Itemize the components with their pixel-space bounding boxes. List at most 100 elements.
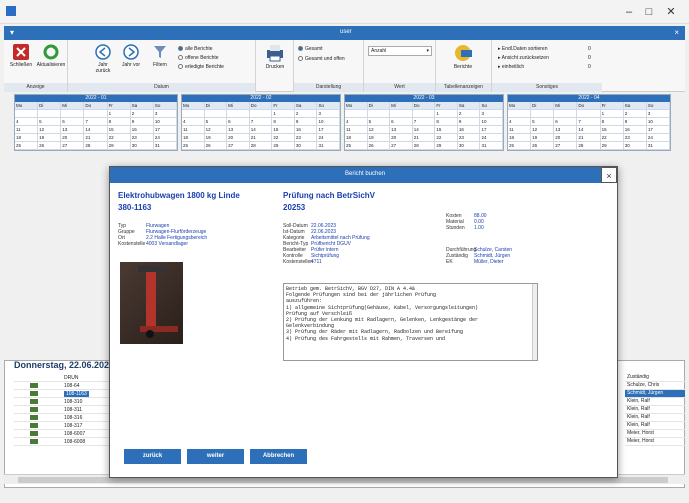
- radio-erledigte-berichte[interactable]: erledigte Berichte: [178, 64, 224, 70]
- day-cell[interactable]: 3: [317, 110, 341, 117]
- day-cell[interactable]: 27: [227, 142, 250, 149]
- day-cell[interactable]: 2: [131, 110, 154, 117]
- day-cell[interactable]: 6: [554, 118, 578, 125]
- back-button[interactable]: zurück: [124, 449, 181, 464]
- day-cell[interactable]: 7: [413, 118, 436, 125]
- radio-offene-berichte[interactable]: offene Berichte: [178, 55, 219, 61]
- day-cell[interactable]: 24: [647, 134, 670, 141]
- items-grid[interactable]: DRUN 108-64 108-1163 108-310 108-311 108-316…: [14, 374, 110, 474]
- day-cell[interactable]: [577, 110, 601, 117]
- day-cell[interactable]: 17: [647, 126, 670, 133]
- radio-gesamt[interactable]: Gesamt: [298, 46, 323, 52]
- day-cell[interactable]: 14: [413, 126, 436, 133]
- day-cell[interactable]: [182, 110, 205, 117]
- table-row[interactable]: 108-317: [14, 422, 110, 430]
- day-cell[interactable]: 31: [480, 142, 504, 149]
- day-cell[interactable]: 30: [131, 142, 154, 149]
- day-cell[interactable]: 25: [15, 142, 39, 149]
- day-cell[interactable]: 29: [108, 142, 131, 149]
- day-cell[interactable]: 5: [205, 118, 228, 125]
- day-cell[interactable]: 7: [250, 118, 273, 125]
- day-cell[interactable]: [368, 110, 391, 117]
- notes-textarea[interactable]: Betrieb gem. BetrSichV, BGV D27, DIN A 4…: [283, 283, 538, 361]
- day-cell[interactable]: 18: [508, 134, 532, 141]
- option-sort[interactable]: ▸ Endl.Daten sortieren: [498, 46, 548, 52]
- day-cell[interactable]: 26: [38, 142, 62, 149]
- day-cell[interactable]: 12: [531, 126, 555, 133]
- table-row[interactable]: Schmidt, Jürgen: [625, 390, 685, 398]
- day-cell[interactable]: 29: [435, 142, 458, 149]
- filter-button[interactable]: Filtern: [150, 44, 170, 68]
- day-cell[interactable]: 23: [131, 134, 154, 141]
- day-cell[interactable]: 11: [508, 126, 532, 133]
- day-cell[interactable]: [413, 110, 436, 117]
- radio-gesamt-offen[interactable]: Gesamt und offen: [298, 56, 345, 62]
- day-cell[interactable]: 19: [38, 134, 62, 141]
- day-cell[interactable]: 19: [368, 134, 391, 141]
- day-cell[interactable]: [554, 110, 578, 117]
- day-cell[interactable]: 14: [250, 126, 273, 133]
- notes-scrollbar[interactable]: [532, 284, 537, 360]
- day-cell[interactable]: 16: [458, 126, 481, 133]
- day-cell[interactable]: 29: [601, 142, 624, 149]
- radio-alle-berichte[interactable]: alle Berichte: [178, 46, 213, 52]
- day-cell[interactable]: [531, 110, 555, 117]
- day-cell[interactable]: 22: [601, 134, 624, 141]
- day-cell[interactable]: 6: [390, 118, 413, 125]
- day-cell[interactable]: [205, 110, 228, 117]
- day-cell[interactable]: 21: [577, 134, 601, 141]
- day-cell[interactable]: 25: [345, 142, 368, 149]
- day-cell[interactable]: 20: [227, 134, 250, 141]
- day-cell[interactable]: 8: [108, 118, 131, 125]
- day-cell[interactable]: 23: [458, 134, 481, 141]
- day-cell[interactable]: [61, 110, 85, 117]
- day-cell[interactable]: [227, 110, 250, 117]
- table-row[interactable]: 108-1163: [14, 390, 110, 398]
- value-select[interactable]: Anzahl ▾: [368, 46, 432, 56]
- table-row[interactable]: 108-6008: [14, 438, 110, 446]
- day-cell[interactable]: 23: [624, 134, 647, 141]
- table-row[interactable]: Meier, Horst: [625, 438, 685, 446]
- day-cell[interactable]: 11: [345, 126, 368, 133]
- day-cell[interactable]: 8: [601, 118, 624, 125]
- day-cell[interactable]: 26: [205, 142, 228, 149]
- day-cell[interactable]: 12: [205, 126, 228, 133]
- day-cell[interactable]: 30: [295, 142, 318, 149]
- day-cell[interactable]: 4: [345, 118, 368, 125]
- day-cell[interactable]: 14: [84, 126, 108, 133]
- day-cell[interactable]: 31: [154, 142, 177, 149]
- day-cell[interactable]: 9: [458, 118, 481, 125]
- day-cell[interactable]: 10: [154, 118, 177, 125]
- day-cell[interactable]: 26: [531, 142, 555, 149]
- dialog-close-button[interactable]: ×: [601, 167, 617, 183]
- day-cell[interactable]: 18: [182, 134, 205, 141]
- day-cell[interactable]: 5: [38, 118, 62, 125]
- day-cell[interactable]: 22: [272, 134, 295, 141]
- option-reset[interactable]: ▸ Ansicht zurücksetzen: [498, 55, 549, 61]
- cancel-button[interactable]: Abbrechen: [250, 449, 307, 464]
- day-cell[interactable]: 24: [480, 134, 504, 141]
- day-cell[interactable]: 15: [108, 126, 131, 133]
- day-cell[interactable]: 9: [295, 118, 318, 125]
- day-cell[interactable]: 16: [131, 126, 154, 133]
- month-calendar[interactable]: 2022 - 03 Mo Di Mi Do Fr Sa So 1 2 3 4 5 6 7 8 9 10 11 12 13…: [344, 94, 504, 151]
- day-cell[interactable]: 20: [390, 134, 413, 141]
- day-cell[interactable]: 2: [624, 110, 647, 117]
- day-cell[interactable]: [38, 110, 62, 117]
- day-cell[interactable]: 21: [413, 134, 436, 141]
- day-cell[interactable]: 1: [272, 110, 295, 117]
- table-row[interactable]: Meier, Horst: [625, 430, 685, 438]
- day-cell[interactable]: 7: [84, 118, 108, 125]
- reports-button[interactable]: Berichte: [448, 44, 478, 70]
- day-cell[interactable]: 19: [531, 134, 555, 141]
- day-cell[interactable]: 27: [390, 142, 413, 149]
- day-cell[interactable]: 14: [577, 126, 601, 133]
- day-cell[interactable]: 30: [624, 142, 647, 149]
- day-cell[interactable]: 1: [601, 110, 624, 117]
- next-button[interactable]: weiter: [187, 449, 244, 464]
- day-cell[interactable]: 20: [61, 134, 85, 141]
- refresh-button[interactable]: Aktualisieren: [36, 44, 66, 68]
- day-cell[interactable]: 4: [15, 118, 39, 125]
- day-cell[interactable]: 17: [317, 126, 341, 133]
- table-row[interactable]: Klein, Ralf: [625, 406, 685, 414]
